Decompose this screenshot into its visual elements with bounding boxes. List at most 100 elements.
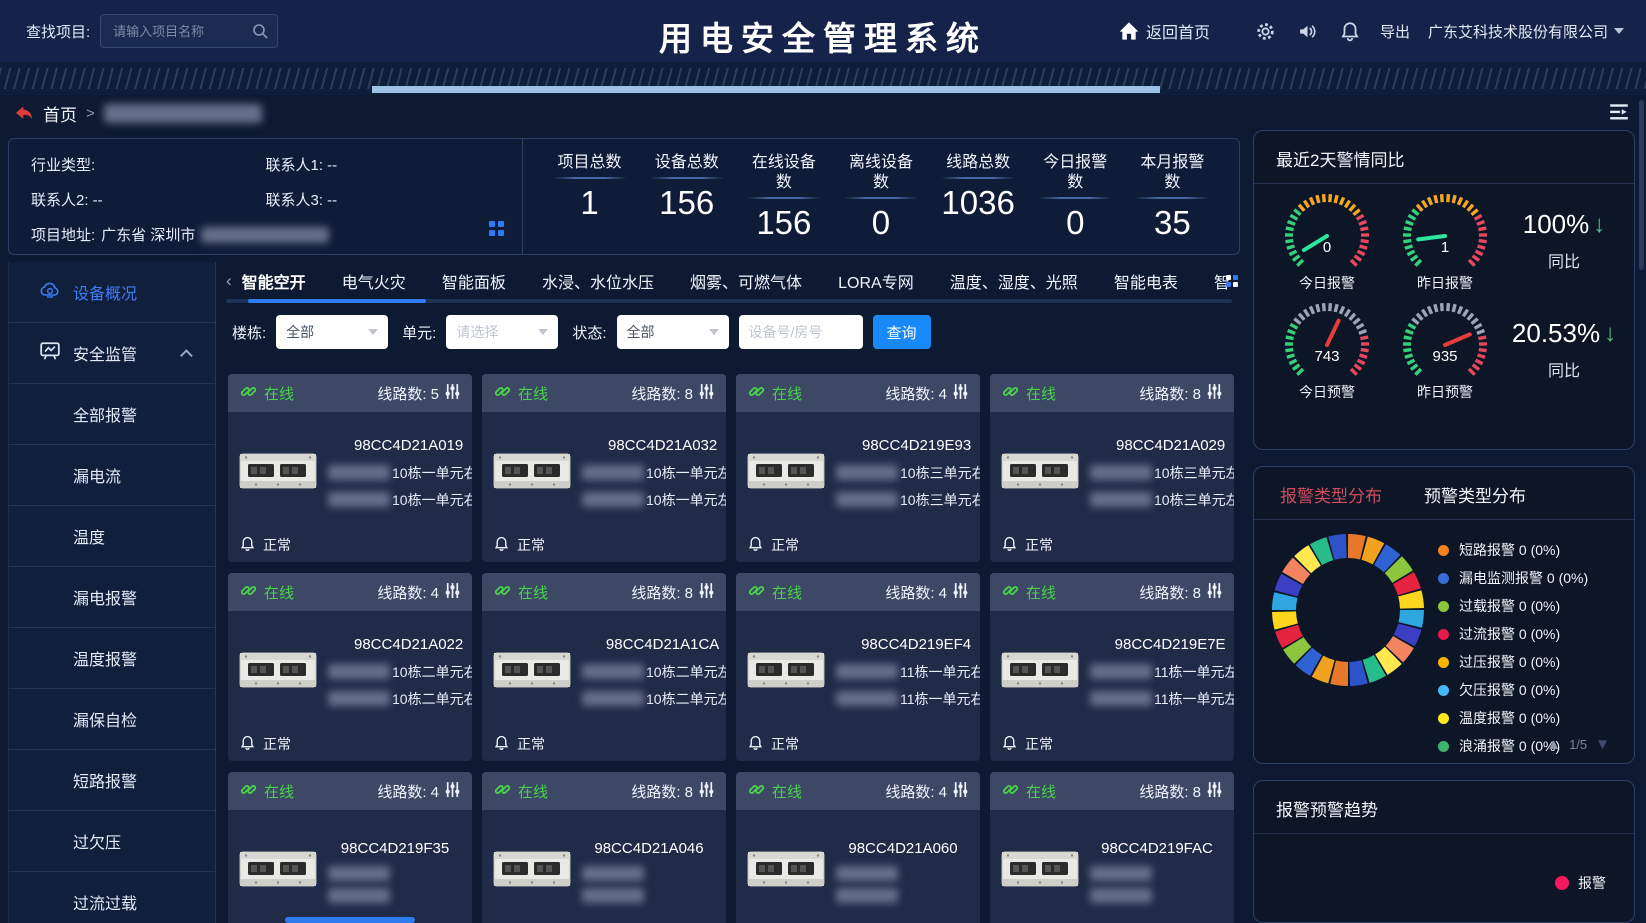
legend-item[interactable]: 温度报警 0 (0%) [1438, 708, 1588, 728]
sliders-icon[interactable] [953, 582, 968, 603]
device-card[interactable]: 在线线路数: 898CC4D21A046正常 [482, 772, 726, 923]
device-number-input[interactable] [739, 315, 863, 349]
sidebar-subitem[interactable]: 过流过载 [9, 872, 215, 923]
notification-bell-icon[interactable] [1338, 19, 1362, 43]
device-card[interactable]: 在线线路数: 498CC4D219E9310栋三单元右...10栋三单元右...… [736, 374, 980, 562]
tab-2[interactable]: 电气火灾 [342, 269, 406, 293]
collapse-panel-icon[interactable] [1608, 103, 1630, 126]
device-card[interactable]: 在线线路数: 898CC4D219FAC正常 [990, 772, 1234, 923]
device-id: 98CC4D21A022 [328, 636, 472, 653]
legend-item[interactable]: 过流报警 0 (0%) [1438, 624, 1588, 644]
device-card[interactable]: 在线线路数: 498CC4D219EF411栋一单元右...11栋一单元右...… [736, 573, 980, 761]
status-select[interactable]: 全部 [617, 315, 729, 349]
legend-item[interactable]: 过压报警 0 (0%) [1438, 652, 1588, 672]
device-card[interactable]: 在线线路数: 498CC4D219F35正常 [228, 772, 472, 923]
vertical-scrollbar-thumb[interactable] [1639, 100, 1644, 270]
sliders-icon[interactable] [699, 383, 714, 404]
address-redacted [201, 227, 329, 243]
device-card[interactable]: 在线线路数: 898CC4D21A02910栋三单元左...10栋三单元左...… [990, 374, 1234, 562]
sidebar-item-device-overview[interactable]: 设备概况 [9, 262, 215, 323]
tab-8[interactable]: 智能电表 [1114, 269, 1178, 293]
legend-item[interactable]: 过载报警 0 (0%) [1438, 596, 1588, 616]
tab-alarm-distribution[interactable]: 报警类型分布 [1280, 482, 1382, 507]
sidebar-subitem[interactable]: 漏电报警 [9, 567, 215, 628]
more-tabs-grid-icon[interactable] [1226, 275, 1238, 287]
sliders-icon[interactable] [445, 383, 460, 404]
device-card[interactable]: 在线线路数: 598CC4D21A01910栋一单元右...10栋一单元右...… [228, 374, 472, 562]
tabs-scroll-left-icon[interactable]: ‹ [226, 271, 232, 291]
sidebar-subitem[interactable]: 漏保自检 [9, 689, 215, 750]
bell-icon [1002, 536, 1017, 555]
sliders-icon[interactable] [445, 582, 460, 603]
project-summary-panel: 行业类型:联系人1: --联系人2: --联系人3: -- 项目地址: 广东省 … [8, 138, 1240, 255]
settings-gear-icon[interactable] [1254, 19, 1278, 43]
sidebar-subitem[interactable]: 温度 [9, 506, 215, 567]
stat-label: 离线设备数 [845, 153, 917, 193]
device-location-line: 10栋三单元左... [1090, 463, 1234, 483]
location-redacted [1090, 465, 1152, 480]
back-home-button[interactable]: 返回首页 [1118, 19, 1210, 43]
tab-3[interactable]: 智能面板 [442, 269, 506, 293]
tab-7[interactable]: 温度、湿度、光照 [950, 269, 1078, 293]
down-arrow-icon: ↓ [1604, 320, 1616, 348]
tab-5[interactable]: 烟雾、可燃气体 [690, 269, 802, 293]
tabs-scrollbar-thumb[interactable] [248, 299, 426, 303]
gauge-dial: 0 [1273, 188, 1381, 279]
sidebar-subitem[interactable]: 漏电流 [9, 445, 215, 506]
tab-6[interactable]: LORA专网 [838, 269, 914, 293]
company-selector[interactable]: 广东艾科技术股份有限公司 [1428, 21, 1624, 42]
tab-4[interactable]: 水浸、水位水压 [542, 269, 654, 293]
search-icon[interactable] [251, 22, 269, 45]
sliders-icon[interactable] [445, 781, 460, 802]
sidebar-subitem[interactable]: 过欠压 [9, 811, 215, 872]
sliders-icon[interactable] [953, 383, 968, 404]
top-header: 查找项目: 用电安全管理系统 返回首页 导出 [0, 0, 1646, 62]
link-icon [494, 383, 511, 404]
legend-item[interactable]: 漏电监测报警 0 (0%) [1438, 568, 1588, 588]
sidebar-item-safety-monitor[interactable]: 安全监管 [9, 323, 215, 384]
tab-1[interactable]: 智能空开 [242, 269, 306, 293]
page-up-icon[interactable]: ▲ [1546, 736, 1561, 753]
project-search-box[interactable] [100, 14, 278, 48]
legend-item[interactable]: 短路报警 0 (0%) [1438, 540, 1588, 560]
sliders-icon[interactable] [953, 781, 968, 802]
breadcrumb-project-name-redacted [104, 104, 262, 123]
device-card[interactable]: 在线线路数: 498CC4D21A060正常 [736, 772, 980, 923]
export-button[interactable]: 导出 [1380, 21, 1410, 42]
gauge: 1昨日报警 [1386, 188, 1504, 293]
building-select[interactable]: 全部 [276, 315, 388, 349]
query-button[interactable]: 查询 [873, 315, 931, 349]
device-card[interactable]: 在线线路数: 898CC4D21A03210栋一单元左...10栋一单元左...… [482, 374, 726, 562]
search-input[interactable] [101, 24, 317, 39]
breadcrumb-home-link[interactable]: 首页 [43, 101, 77, 126]
sliders-icon[interactable] [1207, 582, 1222, 603]
online-status: 在线 [240, 582, 294, 603]
device-card[interactable]: 在线线路数: 898CC4D219E7E11栋一单元左...11栋一单元左...… [990, 573, 1234, 761]
sidebar-subitem[interactable]: 全部报警 [9, 384, 215, 445]
sidebar-subitem-label: 漏电报警 [73, 585, 137, 609]
tab-warning-distribution[interactable]: 预警类型分布 [1424, 482, 1526, 507]
sliders-icon[interactable] [699, 781, 714, 802]
device-card[interactable]: 在线线路数: 898CC4D21A1CA10栋二单元左...10栋二单元左...… [482, 573, 726, 761]
sliders-icon[interactable] [1207, 383, 1222, 404]
layout-grid-icon[interactable] [489, 221, 504, 236]
device-location-line: 10栋二单元左... [582, 662, 726, 682]
back-arrow-icon[interactable] [14, 105, 34, 123]
location-redacted [582, 888, 644, 903]
sliders-icon[interactable] [1207, 781, 1222, 802]
horizontal-scrollbar-thumb[interactable] [285, 917, 415, 923]
panel-title: 报警预警趋势 [1254, 781, 1634, 834]
sidebar-subitem[interactable]: 温度报警 [9, 628, 215, 689]
device-id: 98CC4D21A060 [836, 840, 970, 857]
breaker-device-image [998, 446, 1082, 501]
speaker-icon[interactable] [1296, 19, 1320, 43]
sliders-icon[interactable] [699, 582, 714, 603]
unit-select[interactable]: 请选择 [446, 315, 558, 349]
sidebar-subitem[interactable]: 短路报警 [9, 750, 215, 811]
chevron-down-icon [1614, 28, 1624, 34]
device-card-info: 98CC4D21A1CA10栋二单元左...10栋二单元左... [582, 636, 726, 709]
link-icon [240, 383, 257, 404]
device-card[interactable]: 在线线路数: 498CC4D21A02210栋二单元右...10栋二单元右...… [228, 573, 472, 761]
legend-item[interactable]: 欠压报警 0 (0%) [1438, 680, 1588, 700]
page-down-icon[interactable]: ▼ [1595, 736, 1610, 753]
